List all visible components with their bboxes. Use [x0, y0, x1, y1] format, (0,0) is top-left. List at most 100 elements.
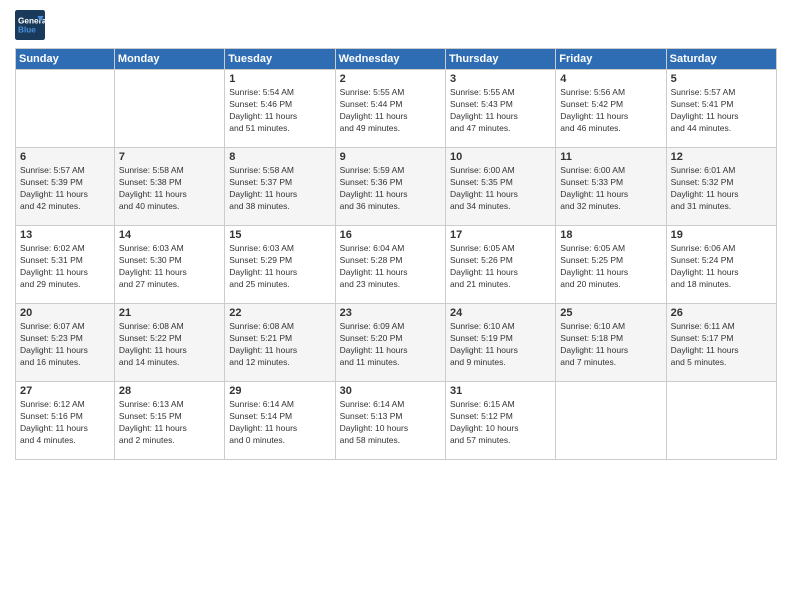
day-info: Sunrise: 6:05 AM Sunset: 5:26 PM Dayligh…	[450, 243, 551, 291]
day-info: Sunrise: 6:14 AM Sunset: 5:14 PM Dayligh…	[229, 399, 330, 447]
logo-icon: General Blue	[15, 10, 45, 40]
day-info: Sunrise: 6:15 AM Sunset: 5:12 PM Dayligh…	[450, 399, 551, 447]
day-number: 26	[671, 307, 772, 319]
day-cell: 20 Sunrise: 6:07 AM Sunset: 5:23 PM Dayli…	[16, 304, 115, 382]
day-cell: 27 Sunrise: 6:12 AM Sunset: 5:16 PM Dayli…	[16, 382, 115, 460]
day-cell: 19Sunrise: 6:06 AM Sunset: 5:24 PM Dayli…	[666, 226, 776, 304]
day-info: Sunrise: 5:57 AM Sunset: 5:39 PM Dayligh…	[20, 165, 110, 213]
calendar-table: SundayMondayTuesdayWednesdayThursdayFrid…	[15, 48, 777, 460]
header: General Blue	[15, 10, 777, 40]
day-cell: 2 Sunrise: 5:55 AM Sunset: 5:44 PM Daylig…	[335, 70, 445, 148]
day-info: Sunrise: 6:09 AM Sunset: 5:20 PM Dayligh…	[340, 321, 441, 369]
day-info: Sunrise: 5:54 AM Sunset: 5:46 PM Dayligh…	[229, 87, 330, 135]
day-info: Sunrise: 6:14 AM Sunset: 5:13 PM Dayligh…	[340, 399, 441, 447]
day-info: Sunrise: 6:03 AM Sunset: 5:29 PM Dayligh…	[229, 243, 330, 291]
day-cell: 7 Sunrise: 5:58 AM Sunset: 5:38 PM Daylig…	[114, 148, 224, 226]
day-number: 2	[340, 73, 441, 85]
day-info: Sunrise: 6:03 AM Sunset: 5:30 PM Dayligh…	[119, 243, 220, 291]
weekday-header-tuesday: Tuesday	[225, 49, 335, 70]
day-number: 5	[671, 73, 772, 85]
day-info: Sunrise: 5:56 AM Sunset: 5:42 PM Dayligh…	[560, 87, 661, 135]
weekday-header-wednesday: Wednesday	[335, 49, 445, 70]
day-number: 18	[560, 229, 661, 241]
day-info: Sunrise: 5:57 AM Sunset: 5:41 PM Dayligh…	[671, 87, 772, 135]
day-info: Sunrise: 6:04 AM Sunset: 5:28 PM Dayligh…	[340, 243, 441, 291]
day-info: Sunrise: 6:07 AM Sunset: 5:23 PM Dayligh…	[20, 321, 110, 369]
day-cell: 16 Sunrise: 6:04 AM Sunset: 5:28 PM Dayli…	[335, 226, 445, 304]
day-cell: 3 Sunrise: 5:55 AM Sunset: 5:43 PM Daylig…	[445, 70, 555, 148]
day-number: 14	[119, 229, 220, 241]
day-cell: 24 Sunrise: 6:10 AM Sunset: 5:19 PM Dayli…	[445, 304, 555, 382]
day-cell: 28Sunrise: 6:13 AM Sunset: 5:15 PM Dayli…	[114, 382, 224, 460]
day-info: Sunrise: 6:12 AM Sunset: 5:16 PM Dayligh…	[20, 399, 110, 447]
day-cell: 6 Sunrise: 5:57 AM Sunset: 5:39 PM Daylig…	[16, 148, 115, 226]
day-info: Sunrise: 5:55 AM Sunset: 5:43 PM Dayligh…	[450, 87, 551, 135]
weekday-header-monday: Monday	[114, 49, 224, 70]
day-cell: 31 Sunrise: 6:15 AM Sunset: 5:12 PM Dayli…	[445, 382, 555, 460]
day-info: Sunrise: 5:59 AM Sunset: 5:36 PM Dayligh…	[340, 165, 441, 213]
day-number: 25	[560, 307, 661, 319]
day-number: 1	[229, 73, 330, 85]
day-info: Sunrise: 6:02 AM Sunset: 5:31 PM Dayligh…	[20, 243, 110, 291]
week-row-4: 20 Sunrise: 6:07 AM Sunset: 5:23 PM Dayli…	[16, 304, 777, 382]
day-number: 11	[560, 151, 661, 163]
day-info: Sunrise: 6:13 AM Sunset: 5:15 PM Dayligh…	[119, 399, 220, 447]
day-number: 29	[229, 385, 330, 397]
day-number: 23	[340, 307, 441, 319]
weekday-header-saturday: Saturday	[666, 49, 776, 70]
day-number: 30	[340, 385, 441, 397]
week-row-5: 27 Sunrise: 6:12 AM Sunset: 5:16 PM Dayli…	[16, 382, 777, 460]
day-cell: 23 Sunrise: 6:09 AM Sunset: 5:20 PM Dayli…	[335, 304, 445, 382]
day-info: Sunrise: 6:00 AM Sunset: 5:33 PM Dayligh…	[560, 165, 661, 213]
day-info: Sunrise: 6:05 AM Sunset: 5:25 PM Dayligh…	[560, 243, 661, 291]
day-info: Sunrise: 6:10 AM Sunset: 5:18 PM Dayligh…	[560, 321, 661, 369]
day-number: 21	[119, 307, 220, 319]
week-row-1: 1 Sunrise: 5:54 AM Sunset: 5:46 PM Daylig…	[16, 70, 777, 148]
day-number: 16	[340, 229, 441, 241]
weekday-header-row: SundayMondayTuesdayWednesdayThursdayFrid…	[16, 49, 777, 70]
day-info: Sunrise: 6:01 AM Sunset: 5:32 PM Dayligh…	[671, 165, 772, 213]
day-number: 3	[450, 73, 551, 85]
day-number: 6	[20, 151, 110, 163]
day-info: Sunrise: 6:10 AM Sunset: 5:19 PM Dayligh…	[450, 321, 551, 369]
day-cell: 14 Sunrise: 6:03 AM Sunset: 5:30 PM Dayli…	[114, 226, 224, 304]
day-number: 17	[450, 229, 551, 241]
day-cell	[16, 70, 115, 148]
day-info: Sunrise: 6:06 AM Sunset: 5:24 PM Dayligh…	[671, 243, 772, 291]
day-number: 24	[450, 307, 551, 319]
day-cell: 29 Sunrise: 6:14 AM Sunset: 5:14 PM Dayli…	[225, 382, 335, 460]
day-cell: 15Sunrise: 6:03 AM Sunset: 5:29 PM Dayli…	[225, 226, 335, 304]
day-cell: 4 Sunrise: 5:56 AM Sunset: 5:42 PM Daylig…	[556, 70, 666, 148]
day-cell: 8Sunrise: 5:58 AM Sunset: 5:37 PM Daylig…	[225, 148, 335, 226]
day-number: 4	[560, 73, 661, 85]
day-cell: 25 Sunrise: 6:10 AM Sunset: 5:18 PM Dayli…	[556, 304, 666, 382]
day-cell: 11 Sunrise: 6:00 AM Sunset: 5:33 PM Dayli…	[556, 148, 666, 226]
day-cell: 22Sunrise: 6:08 AM Sunset: 5:21 PM Dayli…	[225, 304, 335, 382]
day-cell: 26Sunrise: 6:11 AM Sunset: 5:17 PM Dayli…	[666, 304, 776, 382]
day-number: 31	[450, 385, 551, 397]
day-cell: 12Sunrise: 6:01 AM Sunset: 5:32 PM Dayli…	[666, 148, 776, 226]
weekday-header-sunday: Sunday	[16, 49, 115, 70]
logo: General Blue	[15, 10, 45, 40]
calendar-body: 1 Sunrise: 5:54 AM Sunset: 5:46 PM Daylig…	[16, 70, 777, 460]
day-cell: 30 Sunrise: 6:14 AM Sunset: 5:13 PM Dayli…	[335, 382, 445, 460]
day-cell: 9Sunrise: 5:59 AM Sunset: 5:36 PM Daylig…	[335, 148, 445, 226]
day-number: 10	[450, 151, 551, 163]
day-number: 20	[20, 307, 110, 319]
day-info: Sunrise: 5:55 AM Sunset: 5:44 PM Dayligh…	[340, 87, 441, 135]
day-info: Sunrise: 6:00 AM Sunset: 5:35 PM Dayligh…	[450, 165, 551, 213]
day-number: 7	[119, 151, 220, 163]
day-cell: 18 Sunrise: 6:05 AM Sunset: 5:25 PM Dayli…	[556, 226, 666, 304]
day-number: 22	[229, 307, 330, 319]
day-cell: 10 Sunrise: 6:00 AM Sunset: 5:35 PM Dayli…	[445, 148, 555, 226]
day-cell: 5 Sunrise: 5:57 AM Sunset: 5:41 PM Daylig…	[666, 70, 776, 148]
day-cell: 21 Sunrise: 6:08 AM Sunset: 5:22 PM Dayli…	[114, 304, 224, 382]
day-info: Sunrise: 6:08 AM Sunset: 5:22 PM Dayligh…	[119, 321, 220, 369]
calendar-page: General Blue SundayMondayTuesdayWednesda…	[0, 0, 792, 612]
week-row-2: 6 Sunrise: 5:57 AM Sunset: 5:39 PM Daylig…	[16, 148, 777, 226]
week-row-3: 13Sunrise: 6:02 AM Sunset: 5:31 PM Dayli…	[16, 226, 777, 304]
weekday-header-friday: Friday	[556, 49, 666, 70]
day-info: Sunrise: 5:58 AM Sunset: 5:38 PM Dayligh…	[119, 165, 220, 213]
day-number: 27	[20, 385, 110, 397]
day-cell	[556, 382, 666, 460]
